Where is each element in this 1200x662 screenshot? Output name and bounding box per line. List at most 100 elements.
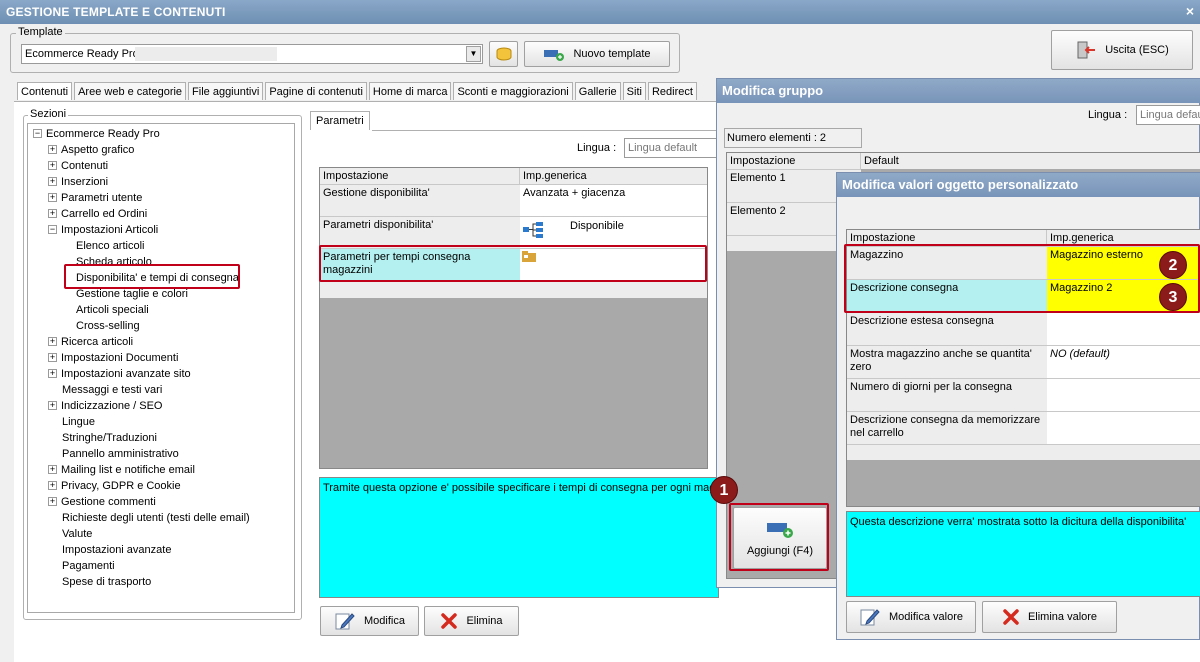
tree-item[interactable]: Richieste degli utenti (testi delle emai…	[48, 510, 250, 526]
tree-item-label: Messaggi e testi vari	[62, 384, 163, 396]
tab-parametri[interactable]: Parametri	[310, 111, 370, 130]
expand-icon[interactable]: +	[48, 176, 57, 186]
params-tab-line	[372, 130, 718, 131]
tree-item[interactable]: Elenco articoli	[76, 238, 144, 254]
tree-item[interactable]: + Mailing list e notifiche email	[48, 462, 195, 478]
tree-item[interactable]: Cross-selling	[76, 318, 140, 334]
params-row-setting[interactable]: Gestione disponibilita'	[320, 184, 520, 216]
params-row-value-cell[interactable]: Disponibile	[520, 216, 707, 248]
params-empty-row	[520, 280, 707, 298]
lingua-label: Lingua :	[577, 142, 617, 154]
expand-icon[interactable]: +	[48, 400, 57, 410]
params-col-setting: Impostazione	[320, 168, 520, 184]
close-icon[interactable]: ×	[1186, 3, 1194, 19]
tree-item-label: Impostazioni Articoli	[61, 224, 159, 236]
expand-icon[interactable]: +	[48, 208, 57, 218]
object-row-setting[interactable]: Descrizione estesa consegna	[847, 312, 1047, 345]
template-select[interactable]: Ecommerce Ready Pro ▼	[21, 44, 483, 64]
expand-icon[interactable]: +	[48, 144, 57, 154]
template-group-label: Template	[16, 26, 65, 38]
tab-gallerie[interactable]: Gallerie	[574, 82, 621, 100]
tree-item[interactable]: + Ricerca articoli	[48, 334, 133, 350]
params-row-value[interactable]: Avanzata + giacenza	[520, 184, 707, 216]
tree-item[interactable]: + Impostazioni Documenti	[48, 350, 178, 366]
tree-item[interactable]: + Parametri utente	[48, 190, 142, 206]
tree-item[interactable]: − Impostazioni Articoli	[48, 222, 158, 238]
object-row-setting[interactable]: Numero di giorni per la consegna	[847, 378, 1047, 411]
edit-icon	[860, 609, 880, 626]
object-description: Questa descrizione verra' mostrata sotto…	[846, 511, 1200, 597]
tree-item[interactable]: + Carrello ed Ordini	[48, 206, 147, 222]
params-empty-row	[320, 280, 520, 298]
expand-icon[interactable]: +	[48, 496, 57, 506]
modify-value-button[interactable]: Modifica valore	[846, 601, 976, 633]
tree-item[interactable]: + Impostazioni avanzate sito	[48, 366, 191, 382]
tree-item[interactable]: Messaggi e testi vari	[48, 382, 162, 398]
object-row-value[interactable]	[1047, 312, 1200, 345]
tab-siti[interactable]: Siti	[622, 82, 646, 100]
exit-button[interactable]: Uscita (ESC)	[1051, 30, 1193, 70]
tree-item[interactable]: − Ecommerce Ready Pro	[33, 126, 160, 142]
tab-pagine-di-contenuti[interactable]: Pagine di contenuti	[265, 82, 367, 100]
tree-item[interactable]: Stringhe/Traduzioni	[48, 430, 157, 446]
object-row-value[interactable]	[1047, 411, 1200, 444]
object-row-setting[interactable]: Mostra magazzino anche se quantita' zero	[847, 345, 1047, 378]
expand-icon[interactable]: +	[48, 352, 57, 362]
modify-value-label: Modifica valore	[889, 611, 963, 623]
tree-item[interactable]: Valute	[48, 526, 92, 542]
tab-redirect[interactable]: Redirect	[647, 82, 697, 100]
params-row-setting[interactable]: Parametri disponibilita'	[320, 216, 520, 248]
delete-value-button[interactable]: Elimina valore	[982, 601, 1117, 633]
tree-item-label: Contenuti	[61, 160, 109, 172]
database-button[interactable]	[489, 41, 518, 67]
new-template-button[interactable]: Nuovo template	[524, 41, 670, 67]
expand-icon[interactable]: +	[48, 192, 57, 202]
tree-item[interactable]: + Contenuti	[48, 158, 108, 174]
tab-contenuti[interactable]: Contenuti	[17, 82, 73, 100]
tree-item[interactable]: + Inserzioni	[48, 174, 108, 190]
expand-icon[interactable]: +	[48, 368, 57, 378]
modify-button[interactable]: Modifica	[320, 606, 419, 636]
tree-item[interactable]: + Gestione commenti	[48, 494, 156, 510]
tree-item[interactable]: + Aspetto grafico	[48, 142, 134, 158]
expand-icon[interactable]: +	[48, 336, 57, 346]
tree-item[interactable]: Spese di trasporto	[48, 574, 151, 590]
object-row-value[interactable]: NO (default)	[1047, 345, 1200, 378]
tree-item-label: Impostazioni avanzate	[62, 544, 172, 556]
tree-item[interactable]: Pannello amministrativo	[48, 446, 179, 462]
expand-icon[interactable]: +	[48, 464, 57, 474]
tree-item[interactable]: Lingue	[48, 414, 95, 430]
group-dialog-title: Modifica gruppo	[717, 79, 1200, 103]
params-row-value: Disponibile	[570, 220, 624, 232]
params-annotation-box	[319, 245, 707, 282]
tree-item-label: Mailing list e notifiche email	[61, 464, 195, 476]
hierarchy-icon	[523, 222, 543, 238]
delete-button[interactable]: Elimina	[424, 606, 519, 636]
tab-file-aggiuntivi[interactable]: File aggiuntivi	[188, 82, 264, 100]
tree-item-label: Stringhe/Traduzioni	[62, 432, 157, 444]
tree-item[interactable]: Articoli speciali	[76, 302, 149, 318]
object-row-value[interactable]	[1047, 378, 1200, 411]
collapse-icon[interactable]: −	[48, 224, 57, 234]
group-lingua-label: Lingua :	[1088, 109, 1128, 121]
delete-icon	[1003, 609, 1019, 625]
tree-item[interactable]: Impostazioni avanzate	[48, 542, 171, 558]
object-row-setting[interactable]: Descrizione consegna da memorizzare nel …	[847, 411, 1047, 444]
tree-item[interactable]: + Privacy, GDPR e Cookie	[48, 478, 181, 494]
group-lingua-select[interactable]: Lingua default	[1136, 105, 1200, 125]
lingua-select[interactable]: Lingua default	[624, 138, 720, 158]
tab-home-di-marca[interactable]: Home di marca	[368, 82, 452, 100]
tab-aree-web-e-categorie[interactable]: Aree web e categorie	[74, 82, 187, 100]
tree-item-label: Carrello ed Ordini	[61, 208, 148, 220]
tree-item[interactable]: + Indicizzazione / SEO	[48, 398, 163, 414]
tree-item-label: Pannello amministrativo	[62, 448, 179, 460]
tab-sconti-e-maggiorazioni[interactable]: Sconti e maggiorazioni	[453, 82, 573, 100]
tree-item-label: Cross-selling	[76, 320, 140, 332]
tree-annotation-box	[64, 264, 240, 289]
collapse-icon[interactable]: −	[33, 128, 42, 138]
expand-icon[interactable]: +	[48, 480, 57, 490]
expand-icon[interactable]: +	[48, 160, 57, 170]
tree-item[interactable]: Pagamenti	[48, 558, 115, 574]
chevron-down-icon[interactable]: ▼	[466, 46, 481, 62]
group-col-default: Default	[861, 153, 1200, 169]
